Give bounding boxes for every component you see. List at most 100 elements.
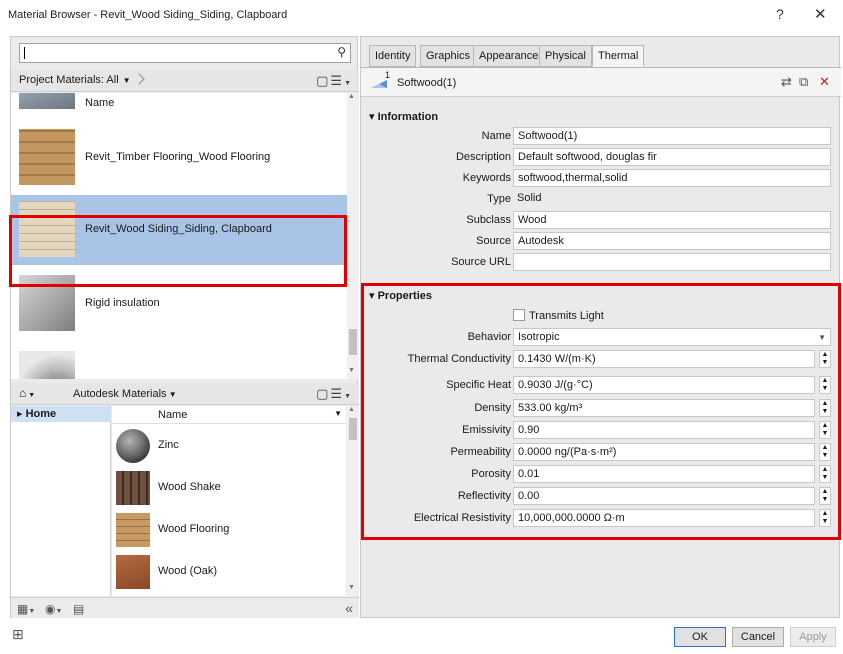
scroll-up-icon[interactable]: ▲ <box>348 93 355 100</box>
source-field[interactable]: Autodesk <box>513 232 831 250</box>
list-item[interactable]: Revit_Timber Flooring_Wood Flooring <box>11 123 347 193</box>
column-header-name[interactable]: Name <box>158 409 187 421</box>
scrollbar-thumb[interactable] <box>349 329 357 355</box>
highlight-box <box>361 283 841 540</box>
library-list-header: Name ▼ <box>112 406 346 424</box>
panel-icon[interactable]: ▢ <box>316 386 330 401</box>
collapse-panel-icon[interactable]: « <box>345 600 353 616</box>
dialog-footer: ⊞ OK Cancel Apply <box>0 618 843 654</box>
list-item[interactable] <box>11 93 347 117</box>
search-icon[interactable]: ⚲ <box>337 45 346 59</box>
material-swatch <box>116 555 150 589</box>
window-title: Material Browser - Revit_Wood Siding_Sid… <box>8 9 288 21</box>
field-label: Name <box>481 130 511 142</box>
tree-item-home[interactable]: ▸ Home <box>11 406 111 422</box>
project-materials-filter[interactable]: Project Materials: All ▼ <box>19 73 145 86</box>
breadcrumb-separator-icon <box>132 73 145 85</box>
asset-header: 1 Softwood(1) ⇄ ⧉ ✕ <box>361 67 841 97</box>
text-caret <box>24 47 25 59</box>
scroll-down-icon[interactable]: ▼ <box>348 367 355 374</box>
cancel-button[interactable]: Cancel <box>732 627 784 647</box>
library-view-options[interactable]: ▢☰▼ <box>316 386 353 402</box>
material-swatch <box>19 129 75 185</box>
close-button[interactable]: ✕ <box>814 5 827 23</box>
scroll-up-icon[interactable]: ▲ <box>348 406 355 413</box>
subclass-field[interactable]: Wood <box>513 211 831 229</box>
type-value: Solid <box>517 192 542 204</box>
library-selector[interactable]: Autodesk Materials ▼ <box>73 388 177 400</box>
tab-thermal[interactable]: Thermal <box>592 45 645 67</box>
search-input[interactable]: ⚲ <box>19 43 351 63</box>
description-row: Description Default softwood, douglas fi… <box>361 148 841 168</box>
panel-icon[interactable]: ▢ <box>316 73 330 88</box>
chevron-down-icon[interactable]: ▼ <box>344 80 353 87</box>
apply-button[interactable]: Apply <box>790 627 836 647</box>
subclass-row: Subclass Wood <box>361 211 841 231</box>
remove-asset-icon[interactable]: ✕ <box>819 74 830 90</box>
information-section-header[interactable]: ▾ Information <box>369 110 438 123</box>
material-swatch <box>19 351 75 379</box>
description-field[interactable]: Default softwood, douglas fir <box>513 148 831 166</box>
chevron-down-icon[interactable]: ▼ <box>334 409 342 418</box>
field-label: Source <box>476 235 511 247</box>
type-row: Type Solid <box>361 190 841 210</box>
library-tree: ▸ Home <box>11 406 111 596</box>
ok-button[interactable]: OK <box>674 627 726 647</box>
list-item[interactable]: Wood Shake <box>112 468 346 508</box>
highlight-box <box>9 215 347 287</box>
asset-name: Softwood(1) <box>397 77 457 89</box>
library-folder-icon[interactable]: ▦▼ <box>17 602 35 616</box>
asset-editor-icon[interactable]: ▤ <box>73 602 84 616</box>
help-button[interactable]: ? <box>776 6 784 22</box>
tree-item-label: Home <box>25 408 57 420</box>
list-view-icon[interactable]: ☰ <box>330 73 344 88</box>
project-materials-bar: Project Materials: All ▼ ▢☰▼ <box>11 70 359 92</box>
material-name: Wood Shake <box>158 481 221 493</box>
field-label: Source URL <box>451 256 511 268</box>
field-label: Type <box>487 193 511 205</box>
project-materials-label: Project Materials: All <box>19 74 119 86</box>
browser-panel: ⚲ Project Materials: All ▼ ▢☰▼ Name Revit… <box>9 36 359 619</box>
library-materials-list: Name ▼ Zinc Wood Shake Wood Flooring Woo… <box>112 406 346 596</box>
material-name: Revit_Timber Flooring_Wood Flooring <box>85 151 271 163</box>
source-url-field[interactable] <box>513 253 831 271</box>
list-item[interactable]: Zinc <box>112 426 346 466</box>
material-swatch <box>19 93 75 109</box>
tab-appearance[interactable]: Appearance <box>473 45 545 67</box>
list-view-icon[interactable]: ☰ <box>330 386 344 401</box>
title-bar: Material Browser - Revit_Wood Siding_Sid… <box>0 0 843 32</box>
material-swatch <box>116 471 150 505</box>
create-material-icon[interactable]: ◉▼ <box>45 602 62 616</box>
library-manager-icon[interactable]: ⊞ <box>12 626 24 643</box>
material-name: Wood Flooring <box>158 523 230 535</box>
field-label: Subclass <box>466 214 511 226</box>
home-icon[interactable]: ⌂ ▼ <box>19 386 35 400</box>
field-label: Description <box>455 151 511 163</box>
name-field[interactable]: Softwood(1) <box>513 127 831 145</box>
keywords-row: Keywords softwood,thermal,solid <box>361 169 841 189</box>
library-name: Autodesk Materials <box>73 388 167 400</box>
tab-graphics[interactable]: Graphics <box>420 45 477 67</box>
chevron-down-icon: ▼ <box>122 76 131 85</box>
tab-identity[interactable]: Identity <box>369 45 417 67</box>
browser-footer: ▦▼ ◉▼ ▤ « <box>11 597 359 619</box>
library-list-scrollbar[interactable]: ▲ ▼ <box>347 406 359 596</box>
view-options[interactable]: ▢☰▼ <box>316 73 353 89</box>
tab-physical[interactable]: Physical <box>539 45 592 67</box>
material-name: Zinc <box>158 439 179 451</box>
material-swatch <box>116 513 150 547</box>
list-item[interactable] <box>11 345 347 379</box>
chevron-down-icon[interactable]: ▼ <box>344 393 353 400</box>
keywords-field[interactable]: softwood,thermal,solid <box>513 169 831 187</box>
project-list-scrollbar[interactable]: ▲ ▼ <box>347 93 359 379</box>
replace-asset-icon[interactable]: ⇄ <box>781 74 792 90</box>
duplicate-asset-icon[interactable]: ⧉ <box>799 74 808 90</box>
scroll-down-icon[interactable]: ▼ <box>348 584 355 591</box>
list-item[interactable]: Wood (Oak) <box>112 552 346 592</box>
material-name: Rigid insulation <box>85 297 160 309</box>
list-item[interactable]: Wood Flooring <box>112 510 346 550</box>
material-editor: Identity Graphics Appearance Physical Th… <box>360 36 841 618</box>
source-url-row: Source URL <box>361 253 841 273</box>
scrollbar-thumb[interactable] <box>349 418 357 440</box>
library-bar: ⌂ ▼ Autodesk Materials ▼ ▢☰▼ <box>11 383 359 405</box>
